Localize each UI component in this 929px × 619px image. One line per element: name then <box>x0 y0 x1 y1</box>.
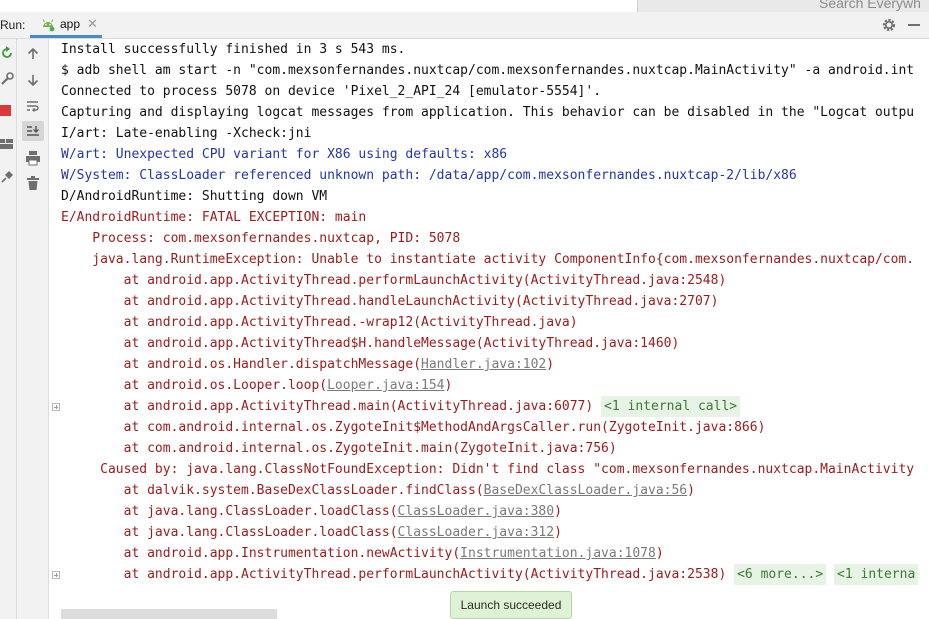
console-line: at android.app.ActivityThread.handleLaun… <box>61 294 719 309</box>
folded-frames-badge[interactable]: <1 interna <box>834 564 919 585</box>
console-line: at java.lang.ClassLoader.loadClass(Class… <box>61 501 562 522</box>
console-line: at java.lang.ClassLoader.loadClass(Class… <box>61 522 562 543</box>
console-line: at dalvik.system.BaseDexClassLoader.find… <box>61 480 695 501</box>
console-line: I/art: Late-enabling -Xcheck:jni <box>61 126 312 141</box>
soft-wrap-button[interactable] <box>22 96 44 116</box>
console-line: at android.app.Instrumentation.newActivi… <box>61 543 664 564</box>
android-icon <box>42 19 55 32</box>
console-text: ) <box>546 357 555 372</box>
launch-succeeded-toast: Launch succeeded <box>450 591 572 619</box>
console-text: at android.os.Handler.dispatchMessage( <box>61 357 422 372</box>
console-line: Connected to process 5078 on device 'Pix… <box>61 84 602 99</box>
arrow-up-icon <box>27 47 39 59</box>
console-line: Process: com.mexsonfernandes.nuxtcap, PI… <box>61 231 461 246</box>
console-text: at android.app.ActivityThread.main(Activ… <box>61 399 602 414</box>
console-line: W/System: ClassLoader referenced unknown… <box>61 168 797 183</box>
console-text: at android.app.ActivityThread.performLau… <box>61 567 735 582</box>
console-line: at android.app.ActivityThread.-wrap12(Ac… <box>61 315 578 330</box>
console-text: ) <box>554 525 562 540</box>
console-line: at android.app.ActivityThread.performLau… <box>61 273 727 288</box>
console-line: at android.os.Handler.dispatchMessage(Ha… <box>61 354 554 375</box>
console-line: java.lang.RuntimeException: Unable to in… <box>61 252 915 267</box>
pin-icon[interactable] <box>0 170 14 184</box>
console-line: $ adb shell am start -n "com.mexsonferna… <box>61 63 915 78</box>
print-button[interactable] <box>22 148 44 168</box>
source-link[interactable]: ClassLoader.java:380 <box>398 504 555 519</box>
source-link[interactable]: ClassLoader.java:312 <box>398 525 555 540</box>
scroll-to-end-icon <box>27 126 39 136</box>
close-icon[interactable]: ✕ <box>87 16 98 32</box>
source-link[interactable]: Looper.java:154 <box>327 378 444 393</box>
stop-icon[interactable] <box>0 104 14 118</box>
source-link[interactable]: Handler.java:102 <box>421 357 546 372</box>
layout-icon[interactable] <box>0 137 14 151</box>
source-link[interactable]: Instrumentation.java:1078 <box>460 546 656 561</box>
expand-fold-icon[interactable] <box>52 403 60 411</box>
search-everywhere-text: Search Everywh <box>819 0 921 11</box>
console-line: Capturing and displaying logcat messages… <box>61 105 915 120</box>
scroll-to-end-button[interactable] <box>22 121 44 141</box>
tab-app-label: app <box>60 17 81 31</box>
minimize-icon[interactable] <box>908 24 920 26</box>
trash-icon <box>27 176 39 190</box>
console-line: at android.app.ActivityThread.performLau… <box>61 564 919 585</box>
console-text: at java.lang.ClassLoader.loadClass( <box>61 504 398 519</box>
folded-frames-badge[interactable]: <1 internal call> <box>601 396 741 417</box>
search-everywhere-box[interactable]: Search Everywh <box>637 0 929 12</box>
console-line: D/AndroidRuntime: Shutting down VM <box>61 189 328 204</box>
console-text: at android.os.Looper.loop( <box>61 378 328 393</box>
expand-fold-icon[interactable] <box>52 571 60 579</box>
rerun-icon[interactable] <box>0 46 14 60</box>
run-toolbar: Run: app ✕ <box>0 12 929 39</box>
console-text: ) <box>687 483 695 498</box>
horizontal-scrollbar[interactable] <box>61 609 277 619</box>
soft-wrap-icon <box>27 101 39 112</box>
console-line: at android.app.ActivityThread.main(Activ… <box>61 396 741 417</box>
console-text: ) <box>554 504 562 519</box>
console-text: at android.app.Instrumentation.newActivi… <box>61 546 461 561</box>
console-line: at android.os.Looper.loop(Looper.java:15… <box>61 375 453 396</box>
console-output[interactable]: Install successfully finished in 3 s 543… <box>49 39 929 619</box>
console-line: E/AndroidRuntime: FATAL EXCEPTION: main <box>61 210 367 225</box>
console-line: at android.app.ActivityThread$H.handleMe… <box>61 336 680 351</box>
console-line: at com.android.internal.os.ZygoteInit.ma… <box>61 441 617 456</box>
console-text: at dalvik.system.BaseDexClassLoader.find… <box>61 483 484 498</box>
clear-all-button[interactable] <box>22 173 44 193</box>
console-action-bar <box>17 39 49 619</box>
console-text: ) <box>655 546 664 561</box>
source-link[interactable]: BaseDexClassLoader.java:56 <box>484 483 688 498</box>
console-line: Install successfully finished in 3 s 543… <box>61 42 406 57</box>
gear-icon[interactable] <box>881 17 897 33</box>
wrench-icon[interactable] <box>0 72 14 86</box>
down-button[interactable] <box>22 70 44 90</box>
console-text: ) <box>444 378 453 393</box>
folded-frames-badge[interactable]: <6 more...> <box>734 564 827 585</box>
console-line: W/art: Unexpected CPU variant for X86 us… <box>61 147 508 162</box>
console-text: at java.lang.ClassLoader.loadClass( <box>61 525 398 540</box>
print-icon <box>26 151 40 166</box>
up-button[interactable] <box>22 44 44 64</box>
run-label: Run: <box>0 18 26 32</box>
tab-app[interactable]: app ✕ <box>30 12 102 38</box>
arrow-down-icon <box>27 75 39 87</box>
console-line: at com.android.internal.os.ZygoteInit$Me… <box>61 420 766 435</box>
console-line: Caused by: java.lang.ClassNotFoundExcept… <box>61 462 915 477</box>
run-left-toolbar <box>0 39 17 619</box>
